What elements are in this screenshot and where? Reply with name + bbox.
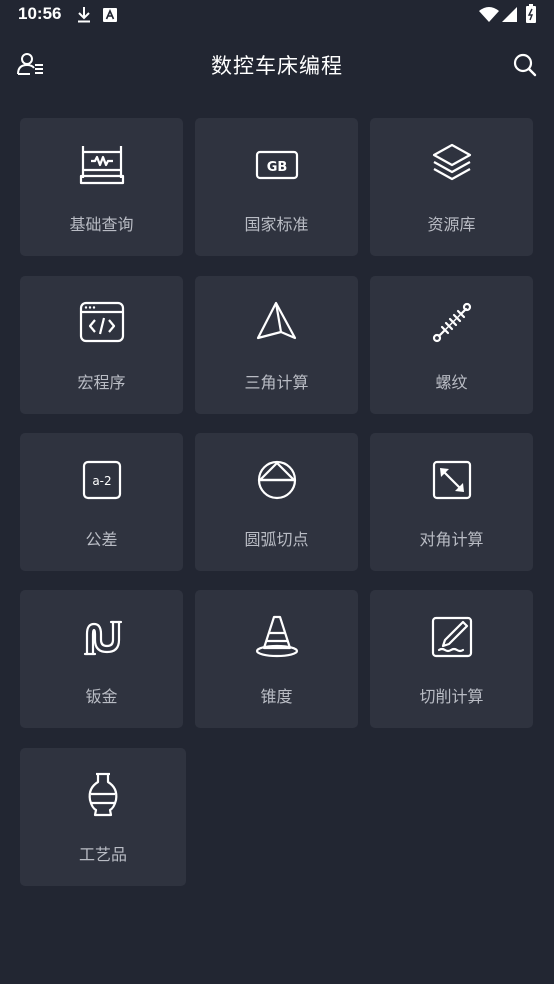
card-tolerance[interactable]: a-2 公差 [20,433,183,571]
card-label: 基础查询 [69,215,134,234]
search-icon[interactable] [510,50,540,80]
card-label: 宏程序 [77,373,126,392]
vase-icon [88,772,118,817]
code-window-icon [79,301,124,343]
spring-icon [432,302,471,343]
abacus-icon [79,146,124,185]
svg-text:a-2: a-2 [92,474,111,488]
page-title: 数控车床编程 [211,54,343,78]
card-cutting-calc[interactable]: 切削计算 [370,590,533,728]
card-thread[interactable]: 螺纹 [370,276,533,414]
card-arc-tangent[interactable]: 圆弧切点 [195,433,358,571]
card-crafts[interactable]: 工艺品 [20,748,186,886]
diagonal-arrow-icon [432,460,471,500]
traffic-cone-icon [255,615,298,658]
gb-icon: GB [255,150,298,180]
wifi-icon [479,7,499,22]
card-label: 国家标准 [244,215,309,234]
circle-triangle-icon [257,460,296,500]
pyramid-icon [256,301,296,340]
signal-icon [502,7,517,22]
battery-icon [526,4,536,23]
status-time: 10:56 [18,4,62,23]
card-label: 圆弧切点 [244,530,309,549]
card-basic-query[interactable]: 基础查询 [20,118,183,256]
card-label: 公差 [85,530,118,549]
card-label: 工艺品 [78,845,127,864]
card-label: 三角计算 [244,373,309,392]
card-resource-library[interactable]: 资源库 [370,118,533,256]
bent-pipe-icon [83,620,122,656]
card-label: 螺纹 [435,373,468,392]
card-label: 对角计算 [419,530,484,549]
card-diagonal-calc[interactable]: 对角计算 [370,433,533,571]
card-label: 切削计算 [419,687,484,706]
card-sheet-metal[interactable]: 钣金 [20,590,183,728]
card-label: 锥度 [260,687,293,706]
download-icon [78,7,90,23]
card-national-standard[interactable]: GB 国家标准 [195,118,358,256]
cutting-tool-icon [431,616,472,658]
card-label: 钣金 [85,687,118,706]
card-label: 资源库 [427,215,476,234]
svg-text:GB: GB [266,160,287,175]
a-minus-2-icon: a-2 [82,460,121,500]
app-bar: 数控车床编程 [0,36,554,92]
card-taper[interactable]: 锥度 [195,590,358,728]
card-trig-calc[interactable]: 三角计算 [195,276,358,414]
a-badge-icon [103,8,117,22]
layers-icon [432,143,471,181]
card-macro-program[interactable]: 宏程序 [20,276,183,414]
status-bar: 10:56 [0,0,554,32]
